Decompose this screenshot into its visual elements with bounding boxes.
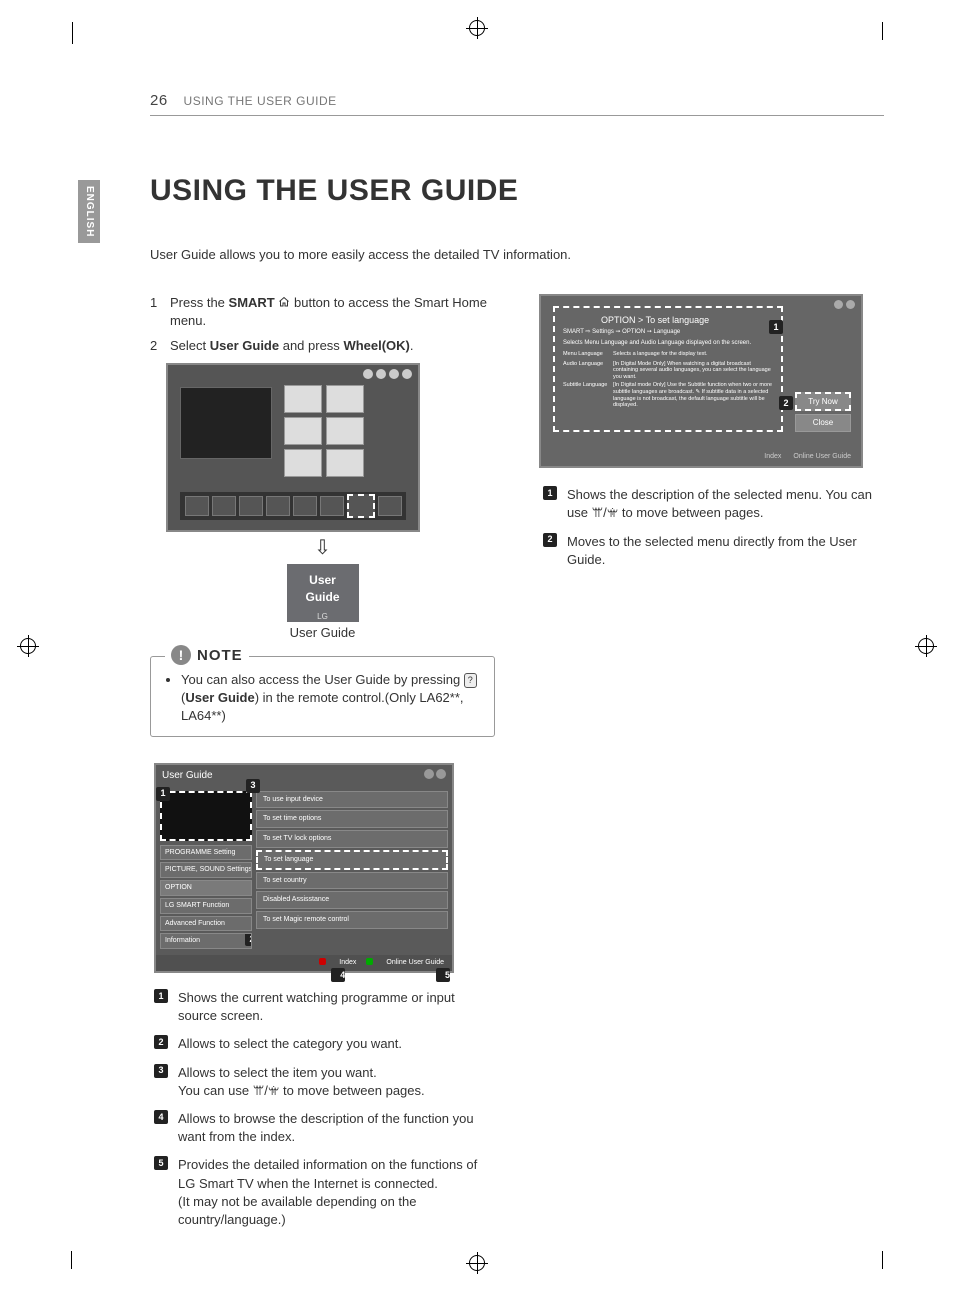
right-callouts: 1 Shows the description of the selected m… [543, 486, 884, 569]
user-guide-detail-screenshot: OPTION > To set language SMART ⇨ Setting… [539, 294, 863, 468]
callout-badge-5: 5 [436, 968, 450, 982]
callout-badge-r2: 2 [779, 396, 793, 410]
callout-badge-r1: 1 [769, 320, 783, 334]
badge-r2: 2 [543, 533, 557, 547]
badge-3: 3 [154, 1064, 168, 1078]
badge-2: 2 [154, 1035, 168, 1049]
running-head-text: USING THE USER GUIDE [184, 94, 337, 108]
step-2: Select User Guide and press Wheel(OK). [150, 337, 495, 355]
callout-badge-2: 2 [245, 933, 252, 946]
callout-1-text: Shows the current watching programme or … [178, 989, 495, 1025]
callout-r1-text: Shows the description of the selected me… [567, 486, 884, 522]
down-arrow-icon: ⇩ [150, 534, 495, 562]
language-tab: ENGLISH [78, 180, 100, 243]
home-icon [278, 295, 290, 307]
step-1: Press the SMART button to access the Sma… [150, 294, 495, 330]
note-text: You can also access the User Guide by pr… [181, 671, 482, 726]
left-callouts: 1 Shows the current watching programme or… [154, 989, 495, 1229]
callout-4-text: Allows to browse the description of the … [178, 1110, 495, 1146]
intro-text: User Guide allows you to more easily acc… [150, 246, 884, 264]
callout-2-text: Allows to select the category you want. [178, 1035, 495, 1053]
badge-1: 1 [154, 989, 168, 1003]
crop-mark [72, 1247, 92, 1267]
crop-mark [862, 24, 882, 44]
crop-mark [862, 1247, 882, 1267]
callout-badge-4: 4 [331, 968, 345, 982]
smart-home-screenshot [166, 363, 420, 532]
remote-help-button-icon: ? [464, 673, 477, 688]
crop-mark [72, 24, 93, 44]
close-button: Close [795, 414, 851, 431]
running-header: 26 USING THE USER GUIDE [150, 90, 884, 116]
registration-mark [469, 1255, 485, 1271]
badge-5: 5 [154, 1156, 168, 1170]
badge-r1: 1 [543, 486, 557, 500]
note-icon: ! [171, 645, 191, 665]
registration-mark [20, 638, 36, 654]
callout-5-text: Provides the detailed information on the… [178, 1156, 495, 1229]
user-guide-tile-caption: User Guide [150, 624, 495, 642]
callout-3-text: Allows to select the item you want. You … [178, 1064, 495, 1100]
page-title: USING THE USER GUIDE [150, 170, 884, 212]
callout-badge-1: 1 [156, 787, 170, 801]
try-now-button: Try Now [795, 392, 851, 411]
registration-mark [469, 20, 485, 36]
page-number: 26 [150, 92, 168, 109]
badge-4: 4 [154, 1110, 168, 1124]
user-guide-tile: User Guide LG [287, 564, 359, 622]
note-label: NOTE [197, 645, 243, 666]
note-box: ! NOTE You can also access the User Guid… [150, 656, 495, 737]
user-guide-list-screenshot: User Guide 1 PROGRAMME Setting PICTURE, … [154, 763, 454, 974]
callout-badge-3: 3 [246, 779, 260, 793]
registration-mark [918, 638, 934, 654]
callout-r2-text: Moves to the selected menu directly from… [567, 533, 884, 569]
